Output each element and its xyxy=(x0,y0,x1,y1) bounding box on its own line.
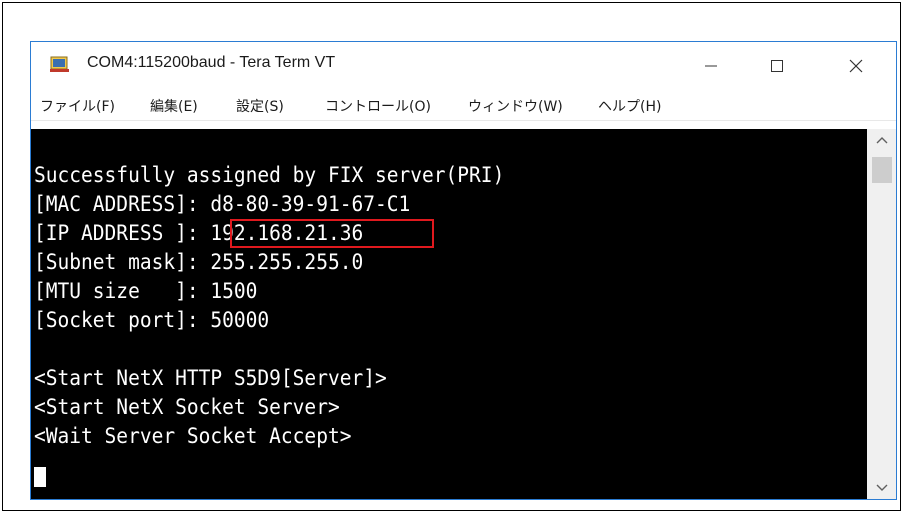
close-icon xyxy=(849,59,863,72)
terminal-line: [Socket port]: 50000 xyxy=(34,308,270,332)
tera-term-window: COM4:115200baud - Tera Term VT ファイル(F) 編… xyxy=(30,41,897,500)
menu-window[interactable]: ウィンドウ(W) xyxy=(468,96,563,116)
screenshot-frame: COM4:115200baud - Tera Term VT ファイル(F) 編… xyxy=(2,2,901,511)
terminal-cursor xyxy=(34,467,46,487)
maximize-icon xyxy=(771,59,783,72)
title-bar[interactable]: COM4:115200baud - Tera Term VT xyxy=(31,42,896,89)
menu-help[interactable]: ヘルプ(H) xyxy=(598,96,661,116)
scroll-down-button[interactable] xyxy=(867,477,896,499)
terminal-line: Successfully assigned by FIX server(PRI) xyxy=(34,163,505,187)
chevron-up-icon xyxy=(876,137,887,144)
terminal-area[interactable]: Successfully assigned by FIX server(PRI)… xyxy=(31,129,867,499)
ip-address-highlight xyxy=(230,219,434,248)
menu-file[interactable]: ファイル(F) xyxy=(40,96,115,116)
terminal-line: [Subnet mask]: 255.255.255.0 xyxy=(34,250,364,274)
minimize-button[interactable] xyxy=(682,42,740,89)
terminal-line: <Start NetX HTTP S5D9[Server]> xyxy=(34,366,387,390)
menu-control[interactable]: コントロール(O) xyxy=(325,96,431,116)
terminal-line: <Start NetX Socket Server> xyxy=(34,395,340,419)
minimize-icon xyxy=(705,65,717,66)
close-button[interactable] xyxy=(827,42,885,89)
chevron-down-icon xyxy=(876,484,887,491)
terminal-line: [MAC ADDRESS]: d8-80-39-91-67-C1 xyxy=(34,192,411,216)
terminal-line: [MTU size ]: 1500 xyxy=(34,279,258,303)
window-title: COM4:115200baud - Tera Term VT xyxy=(87,54,336,71)
menu-setup[interactable]: 設定(S) xyxy=(236,96,284,116)
terminal-line: <Wait Server Socket Accept> xyxy=(34,424,352,448)
menu-bar: ファイル(F) 編集(E) 設定(S) コントロール(O) ウィンドウ(W) ヘ… xyxy=(31,91,896,121)
scroll-up-button[interactable] xyxy=(867,129,896,151)
menu-edit[interactable]: 編集(E) xyxy=(150,96,198,116)
tera-term-icon xyxy=(50,56,69,72)
vertical-scrollbar[interactable] xyxy=(867,129,896,499)
scroll-thumb[interactable] xyxy=(872,157,892,183)
maximize-button[interactable] xyxy=(748,42,806,89)
